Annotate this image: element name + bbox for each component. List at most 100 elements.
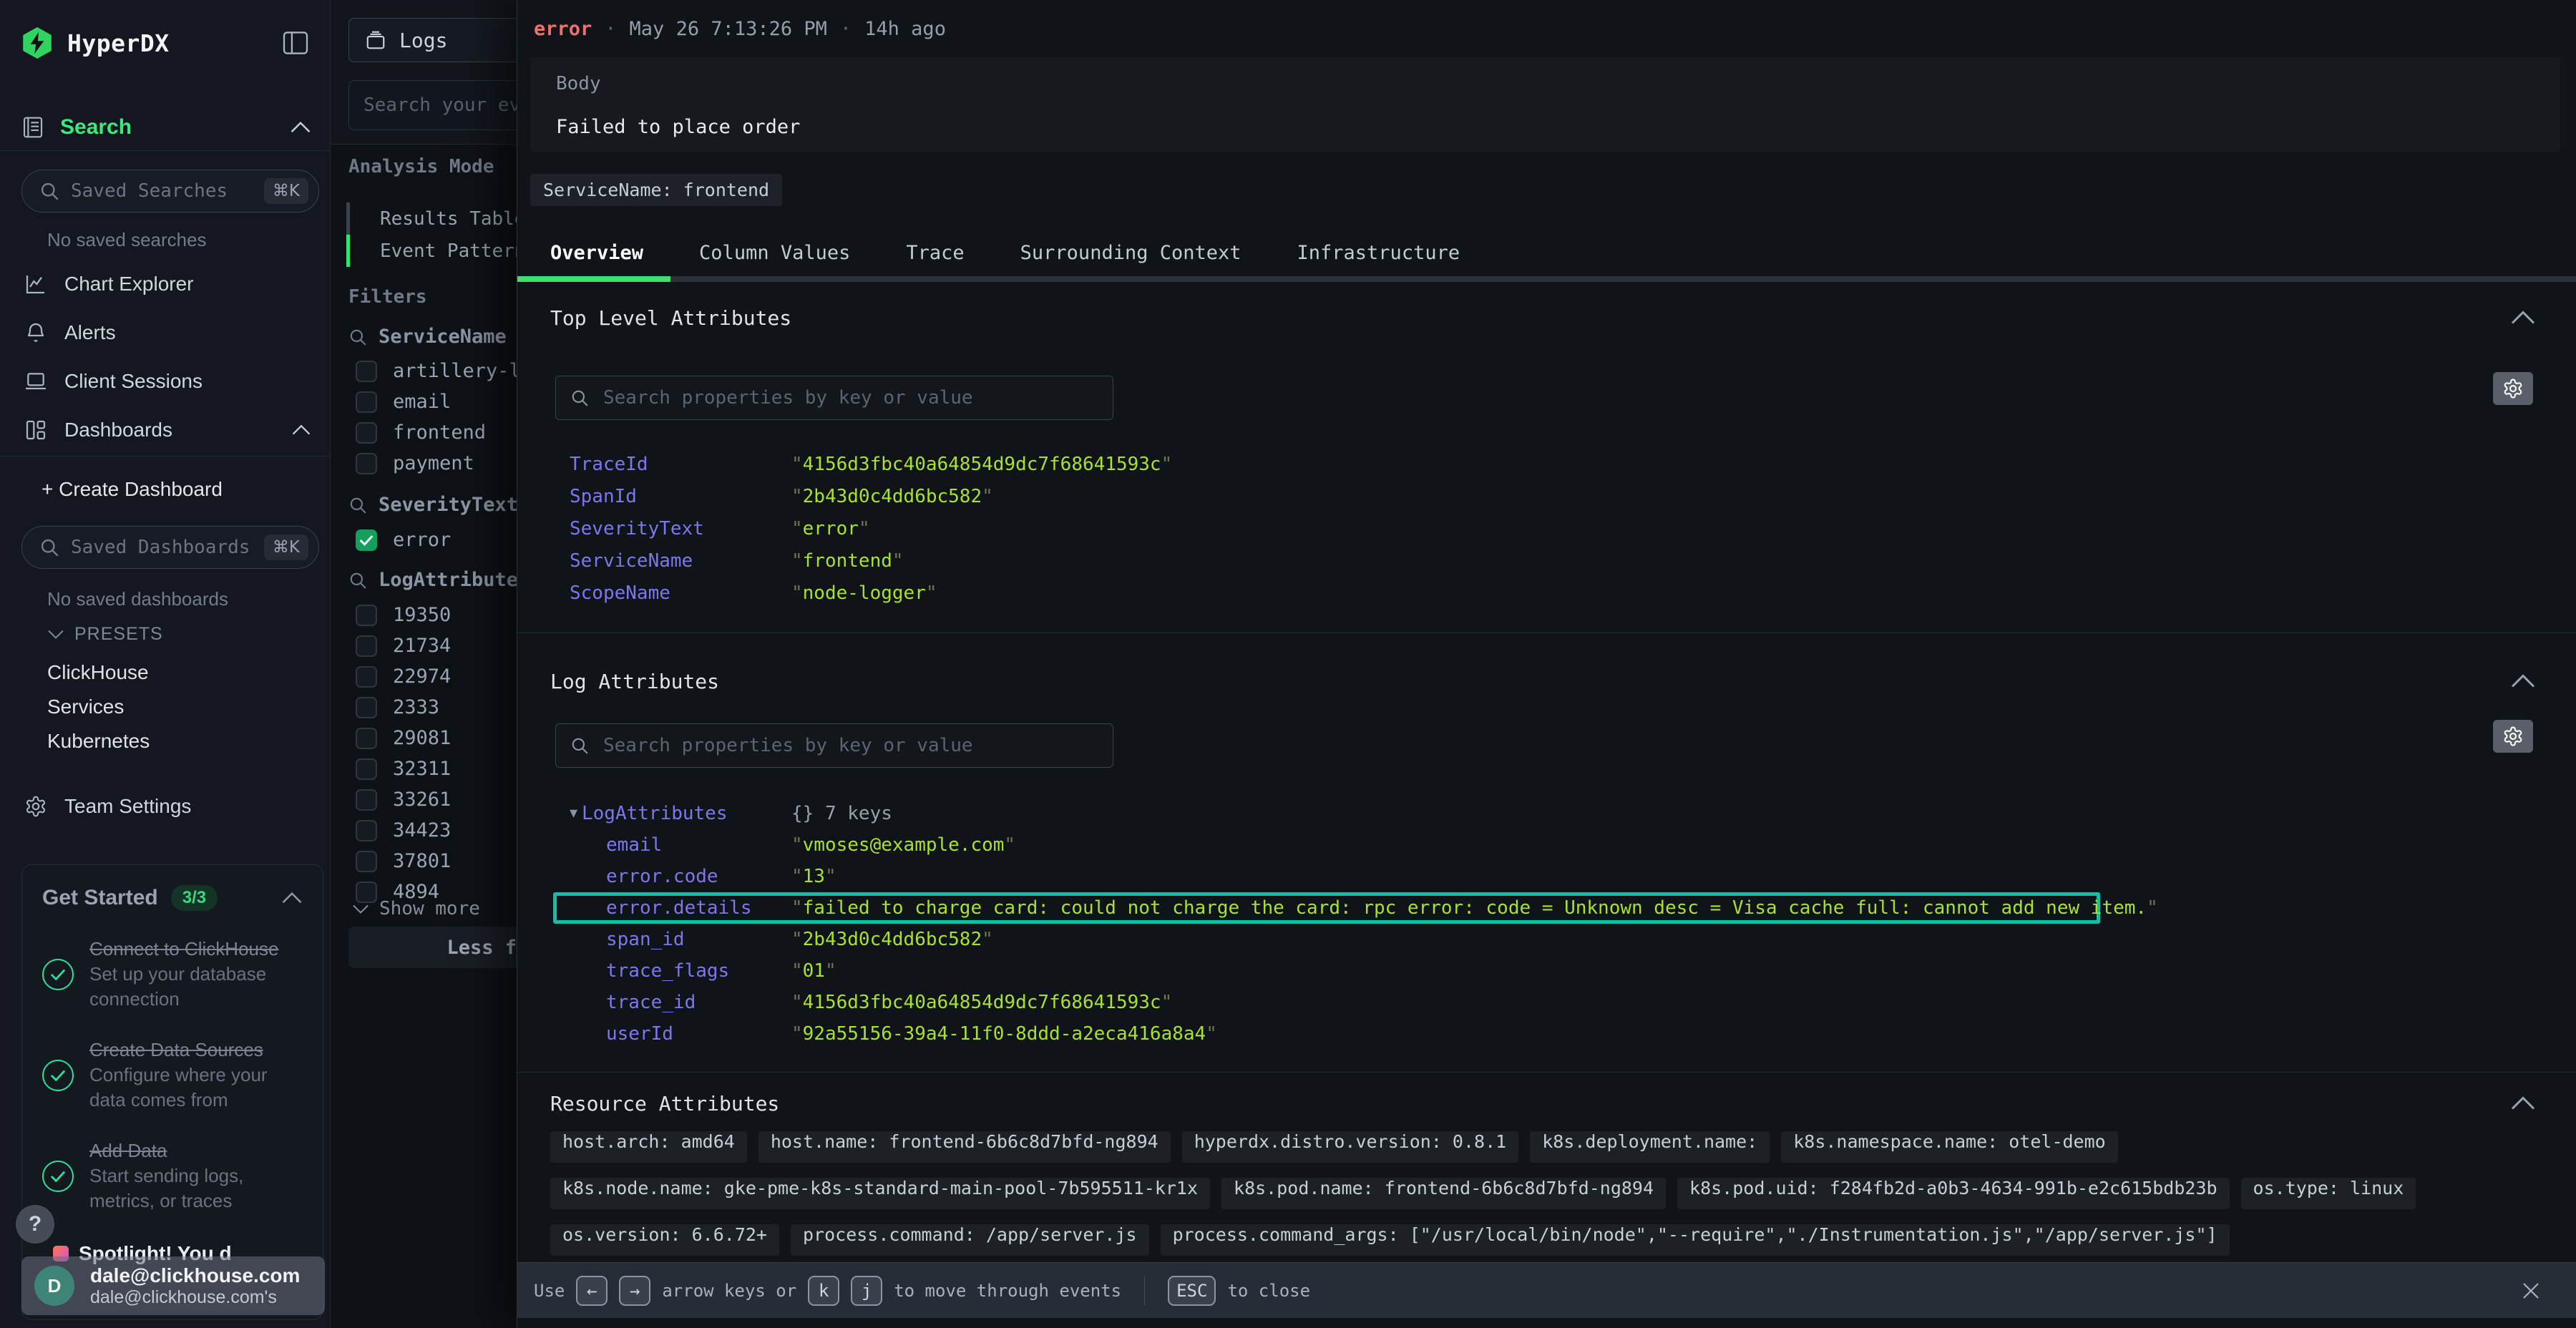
filter-option[interactable]: 19350 [356, 600, 451, 630]
attribute-key[interactable]: ServiceName [570, 550, 791, 572]
log-attributes-root-row[interactable]: ▾ LogAttributes {} 7 keys [570, 797, 2533, 829]
attribute-key[interactable]: error.code [570, 866, 791, 887]
get-started-step[interactable]: Add Data Start sending logs, metrics, or… [42, 1138, 303, 1214]
chevron-up-icon[interactable] [291, 424, 311, 436]
attribute-value[interactable]: "92a55156-39a4-11f0-8ddd-a2eca416a8a4" [791, 1023, 1217, 1045]
resource-tag[interactable]: process.command: /app/server.js [791, 1224, 1149, 1256]
sidebar-item-search[interactable]: Search [21, 107, 311, 147]
checkbox[interactable] [356, 820, 377, 841]
checkbox[interactable] [356, 758, 377, 780]
filter-option[interactable]: 34423 [356, 815, 451, 846]
collapse-section-icon[interactable] [2510, 309, 2536, 326]
attribute-value[interactable]: "error" [791, 518, 870, 540]
filter-option[interactable]: 29081 [356, 723, 451, 753]
attribute-value[interactable]: "2b43d0c4dd6bc582" [791, 486, 993, 507]
resource-tag[interactable]: os.type: linux [2241, 1178, 2416, 1209]
resource-tag[interactable]: k8s.namespace.name: otel-demo [1781, 1131, 2118, 1163]
attribute-value[interactable]: "failed to charge card: could not charge… [791, 897, 2158, 919]
filter-option[interactable]: email [356, 386, 544, 417]
checkbox[interactable] [356, 453, 377, 474]
resource-tag[interactable]: k8s.node.name: gke-pme-k8s-standard-main… [550, 1178, 1210, 1209]
sidebar-item-dashboards[interactable]: Dashboards [0, 406, 330, 454]
presets-toggle[interactable]: PRESETS [47, 624, 163, 645]
log-attributes-search-input[interactable] [602, 734, 1098, 757]
resource-tag[interactable]: hyperdx.distro.version: 0.8.1 [1182, 1131, 1519, 1163]
preset-dashboard-item[interactable]: Services [0, 690, 330, 724]
attribute-value[interactable]: "2b43d0c4dd6bc582" [791, 929, 993, 950]
filter-option[interactable]: error [356, 524, 451, 555]
attribute-value[interactable]: "13" [791, 866, 836, 887]
attribute-value[interactable]: "4156d3fbc40a64854d9dc7f68641593c" [791, 992, 1172, 1013]
sidebar-item-team-settings[interactable]: Team Settings [0, 789, 330, 824]
checkbox[interactable] [356, 728, 377, 749]
filter-option[interactable]: 37801 [356, 846, 451, 877]
help-button[interactable]: ? [16, 1205, 54, 1244]
attribute-key[interactable]: TraceId [570, 454, 791, 475]
preset-dashboard-item[interactable]: Kubernetes [0, 724, 330, 758]
tab[interactable]: Trace [906, 242, 964, 264]
attribute-key[interactable]: SpanId [570, 486, 791, 507]
analysis-mode-option[interactable]: Event Patterns [346, 235, 537, 267]
checkbox[interactable] [356, 789, 377, 811]
user-menu[interactable]: D dale@clickhouse.com dale@clickhouse.co… [21, 1256, 325, 1315]
tab[interactable]: Surrounding Context [1020, 242, 1241, 264]
sidebar-item-client-sessions[interactable]: Client Sessions [0, 357, 330, 406]
chevron-up-icon[interactable] [290, 121, 311, 134]
checkbox[interactable] [356, 666, 377, 688]
collapse-sidebar-icon[interactable] [283, 31, 308, 54]
attribute-key[interactable]: trace_flags [570, 960, 791, 982]
checkbox[interactable] [356, 529, 377, 551]
sidebar-item-chart-explorer[interactable]: Chart Explorer [0, 260, 330, 308]
collapse-section-icon[interactable] [2510, 1095, 2536, 1112]
checkbox[interactable] [356, 851, 377, 872]
saved-searches-input[interactable]: Saved Searches ⌘K [21, 170, 319, 213]
filter-option[interactable]: frontend [356, 417, 544, 448]
log-attributes-settings-button[interactable] [2493, 720, 2533, 753]
attribute-value[interactable]: "frontend" [791, 550, 904, 572]
resource-tag[interactable]: host.arch: amd64 [550, 1131, 747, 1163]
attribute-key[interactable]: trace_id [570, 992, 791, 1013]
filter-option[interactable]: 21734 [356, 630, 451, 661]
checkbox[interactable] [356, 605, 377, 626]
attribute-key[interactable]: SeverityText [570, 518, 791, 540]
search-icon[interactable] [348, 496, 367, 514]
resource-tag[interactable]: k8s.pod.uid: f284fb2d-a0b3-4634-991b-e2c… [1677, 1178, 2230, 1209]
filter-option[interactable]: payment [356, 448, 544, 479]
close-icon[interactable] [2515, 1275, 2547, 1307]
top-level-search-input[interactable] [602, 386, 1098, 409]
attribute-key[interactable]: span_id [570, 929, 791, 950]
attribute-value[interactable]: "node-logger" [791, 582, 937, 604]
tab[interactable]: Infrastructure [1297, 242, 1460, 264]
filter-option[interactable]: artillery-loa [356, 356, 544, 386]
analysis-mode-option[interactable]: Results Table [346, 202, 537, 235]
show-more-toggle[interactable]: Show more [352, 898, 480, 919]
filter-option[interactable]: 32311 [356, 753, 451, 784]
resource-tag[interactable]: process.command_args: ["/usr/local/bin/n… [1161, 1224, 2230, 1256]
attribute-key[interactable]: ScopeName [570, 582, 791, 604]
tab[interactable]: Overview [550, 242, 643, 264]
top-level-settings-button[interactable] [2493, 372, 2533, 405]
resource-tag[interactable]: host.name: frontend-6b6c8d7bfd-ng894 [758, 1131, 1171, 1163]
attribute-key[interactable]: error.details [570, 897, 791, 919]
checkbox[interactable] [356, 391, 377, 413]
attribute-value[interactable]: "vmoses@example.com" [791, 834, 1015, 856]
search-icon[interactable] [348, 571, 367, 590]
filter-option[interactable]: 22974 [356, 661, 451, 692]
search-icon[interactable] [348, 328, 367, 346]
attribute-key[interactable]: email [570, 834, 791, 856]
sidebar-item-alerts[interactable]: Alerts [0, 308, 330, 357]
attribute-key[interactable]: LogAttributes [582, 803, 791, 824]
service-name-tag[interactable]: ServiceName: frontend [530, 174, 782, 206]
get-started-step[interactable]: Connect to ClickHouse Set up your databa… [42, 937, 303, 1012]
resource-tag[interactable]: k8s.deployment.name: [1530, 1131, 1770, 1163]
filter-option[interactable]: 2333 [356, 692, 451, 723]
checkbox[interactable] [356, 697, 377, 718]
attribute-value[interactable]: "01" [791, 960, 836, 982]
resource-tag[interactable]: os.version: 6.6.72+ [550, 1224, 779, 1256]
tab[interactable]: Column Values [699, 242, 850, 264]
saved-dashboards-input[interactable]: Saved Dashboards ⌘K [21, 526, 319, 569]
checkbox[interactable] [356, 422, 377, 444]
collapse-section-icon[interactable] [2510, 673, 2536, 690]
chevron-up-icon[interactable] [281, 892, 303, 904]
attribute-key[interactable]: userId [570, 1023, 791, 1045]
